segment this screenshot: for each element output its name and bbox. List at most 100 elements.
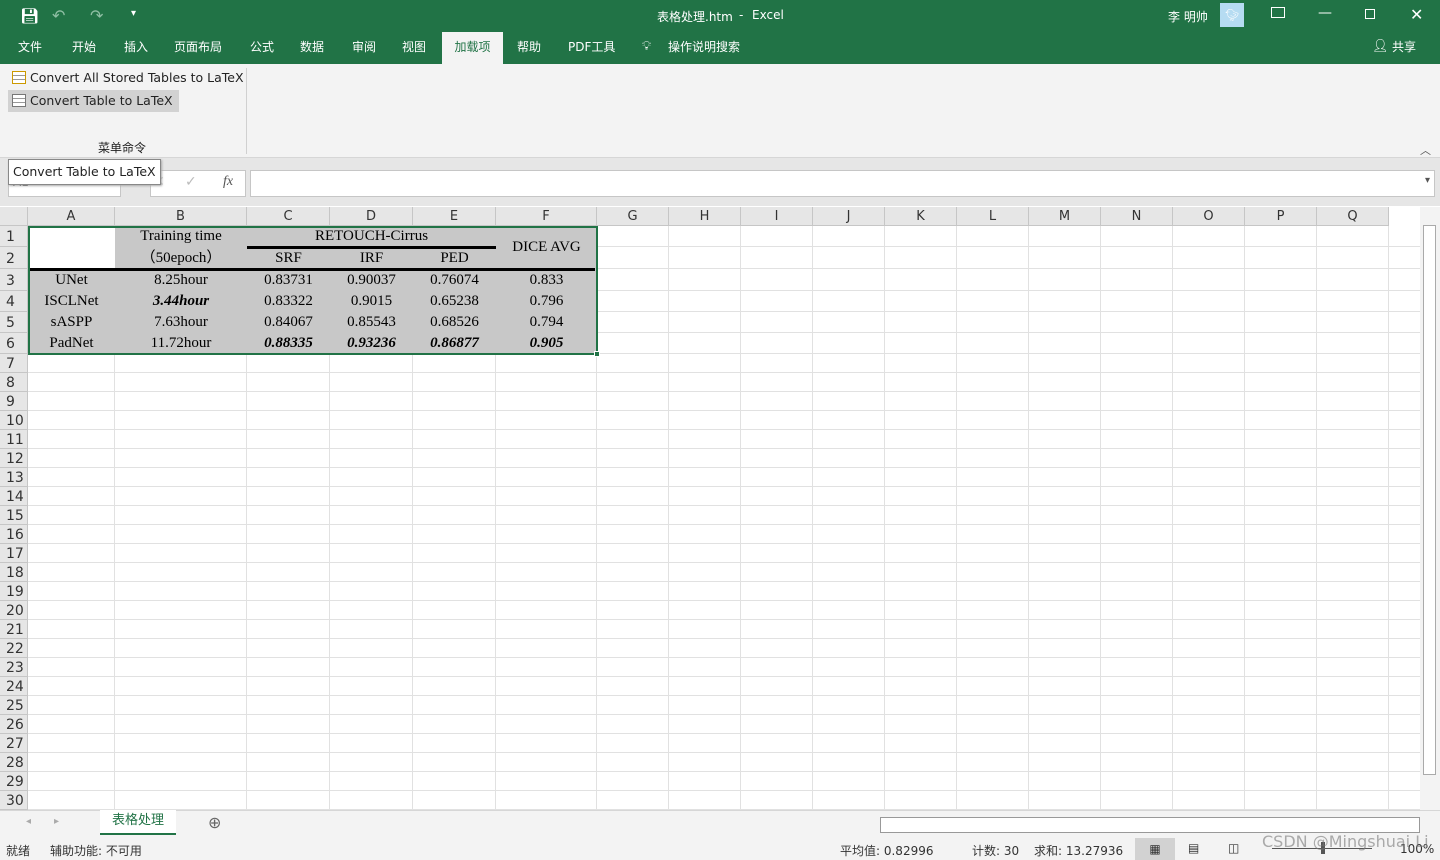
spreadsheet-grid[interactable]: A B C D E F G H I J K L M N O P Q 1 2 3 4 5 6 7 8 9 10 11 12 13 14 15 16… <box>0 207 1420 810</box>
collapse-ribbon-icon[interactable]: ︿ <box>1420 142 1431 158</box>
page-break-view-icon[interactable]: ◫ <box>1228 841 1239 855</box>
row-header[interactable]: 29 <box>0 772 28 791</box>
column-header[interactable]: P <box>1245 207 1317 226</box>
row-header[interactable]: 12 <box>0 449 28 468</box>
row-header[interactable]: 13 <box>0 468 28 487</box>
sheet-tab[interactable]: 表格处理 <box>100 810 176 835</box>
tab-home[interactable]: 开始 <box>62 32 106 64</box>
save-icon[interactable]: 💾︎ <box>20 7 39 25</box>
tab-page-layout[interactable]: 页面布局 <box>164 32 232 64</box>
row-header[interactable]: 21 <box>0 620 28 639</box>
select-all-corner[interactable] <box>0 207 28 226</box>
column-header[interactable]: J <box>813 207 885 226</box>
gridline <box>812 226 813 810</box>
restore-icon[interactable] <box>1365 9 1375 19</box>
row-header[interactable]: 8 <box>0 373 28 392</box>
row-header[interactable]: 30 <box>0 791 28 810</box>
column-header[interactable]: N <box>1101 207 1173 226</box>
row-header[interactable]: 6 <box>0 333 28 354</box>
column-header[interactable]: H <box>669 207 741 226</box>
row-header[interactable]: 9 <box>0 392 28 411</box>
normal-view-icon[interactable]: ▦ <box>1135 838 1175 860</box>
accessibility-status[interactable]: 辅助功能: 不可用 <box>50 842 142 859</box>
row-header[interactable]: 1 <box>0 226 28 247</box>
row-header[interactable]: 28 <box>0 753 28 772</box>
gridline <box>28 714 1420 715</box>
prev-sheet-icon[interactable]: ◂ <box>26 816 31 827</box>
column-header[interactable]: G <box>597 207 669 226</box>
row-header[interactable]: 22 <box>0 639 28 658</box>
customize-qat-icon[interactable]: ▾ <box>131 8 136 19</box>
column-header[interactable]: A <box>28 207 115 226</box>
column-header[interactable]: C <box>247 207 330 226</box>
row-header[interactable]: 20 <box>0 601 28 620</box>
row-header[interactable]: 4 <box>0 291 28 312</box>
tell-me-search[interactable]: 操作说明搜索 <box>658 32 750 64</box>
tab-insert[interactable]: 插入 <box>114 32 158 64</box>
row-header[interactable]: 5 <box>0 312 28 333</box>
column-header[interactable]: K <box>885 207 957 226</box>
page-layout-view-icon[interactable]: ▤ <box>1188 841 1199 855</box>
convert-all-tables-button[interactable]: Convert All Stored Tables to LaTeX <box>8 67 250 89</box>
column-header[interactable]: O <box>1173 207 1245 226</box>
row-header[interactable]: 16 <box>0 525 28 544</box>
row-header[interactable]: 15 <box>0 506 28 525</box>
selection-border <box>28 226 598 355</box>
row-header[interactable]: 2 <box>0 247 28 269</box>
horizontal-scrollbar[interactable] <box>880 817 1420 833</box>
column-header[interactable]: I <box>741 207 813 226</box>
row-header[interactable]: 27 <box>0 734 28 753</box>
avatar[interactable]: 🐤︎ <box>1220 3 1244 27</box>
gridline <box>28 790 1420 791</box>
undo-icon[interactable]: ↶ <box>52 6 65 25</box>
expand-formula-icon[interactable]: ▾ <box>1425 175 1430 186</box>
fill-handle[interactable] <box>594 351 600 357</box>
tab-view[interactable]: 视图 <box>392 32 436 64</box>
column-header[interactable]: D <box>330 207 413 226</box>
row-header[interactable]: 11 <box>0 430 28 449</box>
row-header[interactable]: 24 <box>0 677 28 696</box>
scroll-thumb[interactable] <box>1423 225 1436 775</box>
redo-icon[interactable]: ↷ <box>90 6 103 25</box>
minimize-icon[interactable]: — <box>1318 5 1332 21</box>
gridline <box>28 524 1420 525</box>
row-header[interactable]: 14 <box>0 487 28 506</box>
row-header[interactable]: 23 <box>0 658 28 677</box>
tab-pdf-tools[interactable]: PDF工具 <box>558 32 625 64</box>
vertical-scrollbar[interactable] <box>1420 207 1440 810</box>
insert-function-icon[interactable]: fx <box>223 174 233 190</box>
column-header[interactable]: M <box>1029 207 1101 226</box>
tab-review[interactable]: 审阅 <box>342 32 386 64</box>
add-sheet-icon[interactable]: ⊕ <box>208 813 221 832</box>
column-header[interactable]: L <box>957 207 1029 226</box>
column-header[interactable]: Q <box>1317 207 1389 226</box>
convert-table-button[interactable]: Convert Table to LaTeX <box>8 90 179 112</box>
watermark: CSDN @Mingshuai Li <box>1262 832 1429 851</box>
tab-addins[interactable]: 加载项 <box>442 32 503 64</box>
gridline <box>956 226 957 810</box>
formula-input[interactable]: ▾ <box>250 170 1435 197</box>
column-header[interactable]: F <box>496 207 597 226</box>
gridline <box>1028 226 1029 810</box>
user-name[interactable]: 李 明帅 <box>1168 8 1208 25</box>
tab-data[interactable]: 数据 <box>290 32 334 64</box>
row-header[interactable]: 25 <box>0 696 28 715</box>
ribbon-display-icon[interactable] <box>1271 7 1285 18</box>
share-button[interactable]: 共享 <box>1382 32 1426 64</box>
close-icon[interactable]: ✕ <box>1410 5 1423 24</box>
row-header[interactable]: 18 <box>0 563 28 582</box>
row-header[interactable]: 17 <box>0 544 28 563</box>
row-header[interactable]: 10 <box>0 411 28 430</box>
column-header[interactable]: B <box>115 207 247 226</box>
row-header[interactable]: 7 <box>0 354 28 373</box>
row-header[interactable]: 19 <box>0 582 28 601</box>
row-header[interactable]: 3 <box>0 269 28 291</box>
tab-formulas[interactable]: 公式 <box>240 32 284 64</box>
tab-file[interactable]: 文件 <box>8 32 52 64</box>
tables-lightning-icon <box>12 71 26 84</box>
row-header[interactable]: 26 <box>0 715 28 734</box>
tab-help[interactable]: 帮助 <box>507 32 551 64</box>
column-header[interactable]: E <box>413 207 496 226</box>
next-sheet-icon[interactable]: ▸ <box>54 816 59 827</box>
enter-icon[interactable]: ✓ <box>185 174 197 190</box>
